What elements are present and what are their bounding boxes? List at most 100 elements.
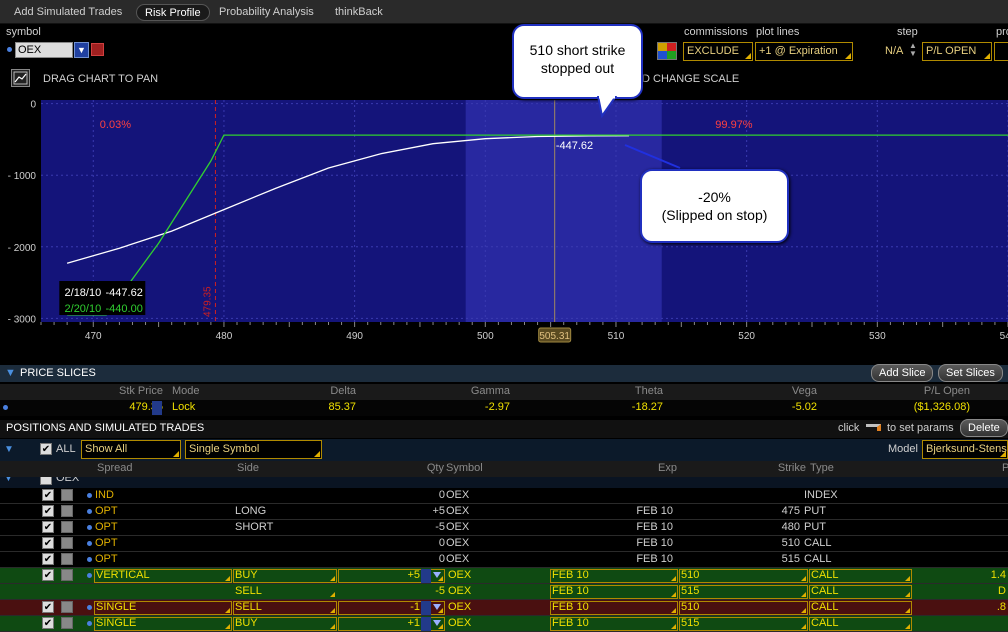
tab-add-simulated-trades[interactable]: Add Simulated Trades <box>6 4 130 21</box>
row-qty-spinner-icon[interactable] <box>421 601 431 615</box>
table-row[interactable]: ✔ VERTICAL BUY +5 OEX FEB 10 510 CALL 1.4 <box>0 568 1008 584</box>
col-pl-open: P/L Open <box>923 385 970 397</box>
commissions-select[interactable]: EXCLUDE <box>683 42 753 61</box>
col-qty: Qty <box>426 462 444 474</box>
symbol-dropdown-icon[interactable]: ▼ <box>74 42 89 58</box>
group-collapse-icon[interactable]: ▼ <box>4 477 13 483</box>
row-side: SELL <box>235 585 262 597</box>
row-dot-icon <box>87 573 92 578</box>
slice-price-spinner-icon[interactable] <box>152 401 162 415</box>
row-strike: 515 <box>681 585 700 597</box>
y-tick-label: - 3000 <box>8 314 37 325</box>
row-qty-spinner-icon[interactable] <box>421 617 431 631</box>
add-slice-button[interactable]: Add Slice <box>871 364 934 382</box>
tab-probability-analysis[interactable]: Probability Analysis <box>211 4 322 21</box>
x-tick-label: 470 <box>85 331 102 342</box>
table-row[interactable]: ✔ OPT SHORT -5 OEX FEB 10 480 PUT <box>0 520 1008 536</box>
group-row: ▼ OEX <box>0 477 1008 488</box>
symbol-dot-icon <box>7 47 12 52</box>
row-checkbox[interactable]: ✔ <box>42 521 54 533</box>
slice-dot-icon <box>3 405 8 410</box>
pl-open-select[interactable]: P/L OPEN <box>922 42 992 61</box>
row-dot-icon <box>87 525 92 530</box>
tab-thinkback[interactable]: thinkBack <box>327 4 391 21</box>
group-checkbox[interactable] <box>40 477 52 485</box>
chart-mode-icon[interactable] <box>11 69 30 87</box>
row-type: CALL <box>811 585 839 597</box>
all-checkbox[interactable]: ✔ <box>40 443 52 455</box>
row-strike: 510 <box>681 601 700 613</box>
row-checkbox[interactable]: ✔ <box>42 553 54 565</box>
x-tick-label: 500 <box>477 331 494 342</box>
table-row[interactable]: ✔ OPT LONG +5 OEX FEB 10 475 PUT <box>0 504 1008 520</box>
slice-mode[interactable]: Lock <box>172 400 195 415</box>
row-qty-dropdown-icon[interactable] <box>433 604 441 610</box>
commissions-label: commissions <box>684 26 748 38</box>
row-checkbox[interactable]: ✔ <box>42 537 54 549</box>
risk-profile-chart[interactable]: 470 480 490 500 510 520 530 540 0 - 1000 - 2000 - 3… <box>0 97 1008 347</box>
color-grid-icon[interactable] <box>657 42 677 60</box>
row-checkbox[interactable]: ✔ <box>42 569 54 581</box>
row-checkbox[interactable]: ✔ <box>42 505 54 517</box>
click-hint: click <box>838 422 860 434</box>
x-tick-label: 480 <box>216 331 233 342</box>
row-exp: FEB 10 <box>552 601 589 613</box>
callout-stopped-out-line2: stopped out <box>540 60 615 76</box>
col-type: Type <box>810 462 834 474</box>
table-row[interactable]: ✔ OPT 0 OEX FEB 10 515 CALL <box>0 552 1008 568</box>
row-qty-dropdown-icon[interactable] <box>433 620 441 626</box>
positions-collapse-icon[interactable]: ▼ <box>4 444 14 455</box>
row-symbol: OEX <box>448 585 472 597</box>
symbol-input[interactable]: OEX <box>15 42 73 58</box>
callout-stopped-out-tail <box>596 96 618 118</box>
symbol-alert-icon[interactable] <box>91 43 104 56</box>
breakeven-label: 479.35 <box>202 286 213 317</box>
callout-slipped-line2: (Slipped on stop) <box>661 207 768 223</box>
row-toggle[interactable] <box>61 521 73 533</box>
table-row[interactable]: ✔ SINGLE SELL -1 OEX FEB 10 510 CALL .8 <box>0 600 1008 616</box>
row-type: CALL <box>804 537 832 549</box>
row-toggle[interactable] <box>61 489 73 501</box>
slice-pl-open: ($1,326.08) <box>913 401 970 413</box>
show-all-select[interactable]: Show All <box>81 440 181 459</box>
row-checkbox[interactable]: ✔ <box>42 601 54 613</box>
symbol-label: symbol <box>6 26 41 38</box>
row-symbol: OEX <box>448 569 472 581</box>
positions-title: POSITIONS AND SIMULATED TRADES <box>6 422 205 434</box>
row-toggle[interactable] <box>61 569 73 581</box>
row-type: PUT <box>804 521 826 533</box>
row-qty: +5 <box>432 505 445 517</box>
row-toggle[interactable] <box>61 617 73 629</box>
step-value[interactable]: N/A <box>885 45 903 57</box>
row-toggle[interactable] <box>61 601 73 613</box>
set-slices-button[interactable]: Set Slices <box>938 364 1003 382</box>
positions-header: POSITIONS AND SIMULATED TRADES click to … <box>0 420 1008 438</box>
row-qty-dropdown-icon[interactable] <box>433 572 441 578</box>
price-slices-header[interactable]: ▼ PRICE SLICES <box>0 365 1008 382</box>
single-symbol-select[interactable]: Single Symbol <box>185 440 322 459</box>
row-exp: FEB 10 <box>636 537 673 549</box>
row-toggle[interactable] <box>61 505 73 517</box>
row-toggle[interactable] <box>61 553 73 565</box>
row-toggle[interactable] <box>61 537 73 549</box>
col-side: Side <box>237 462 260 474</box>
delete-button[interactable]: Delete <box>960 419 1008 437</box>
table-row[interactable]: ✔ IND 0 OEX INDEX <box>0 488 1008 504</box>
plot-lines-select[interactable]: +1 @ Expiration <box>755 42 853 61</box>
step-spinner-icon[interactable]: ▲ ▼ <box>909 42 917 58</box>
col-extra: P <box>1002 462 1008 474</box>
table-row[interactable]: ✔ OPT 0 OEX FEB 10 510 CALL <box>0 536 1008 552</box>
extra-select[interactable] <box>994 42 1008 61</box>
row-spread: SINGLE <box>96 601 137 613</box>
tab-risk-profile[interactable]: Risk Profile <box>136 4 210 21</box>
col-stk-price: Stk Price <box>118 385 163 397</box>
row-qty-spinner-icon[interactable] <box>421 569 431 583</box>
model-select[interactable]: Bjerksund-Stensland <box>922 440 1008 459</box>
collapse-icon[interactable]: ▼ <box>5 365 16 382</box>
table-row[interactable]: SELL -5 OEX FEB 10 515 CALL D <box>0 584 1008 600</box>
row-symbol: OEX <box>446 505 470 517</box>
row-exp: FEB 10 <box>636 505 673 517</box>
row-dot-icon <box>87 541 92 546</box>
row-checkbox[interactable]: ✔ <box>42 617 54 629</box>
row-checkbox[interactable]: ✔ <box>42 489 54 501</box>
